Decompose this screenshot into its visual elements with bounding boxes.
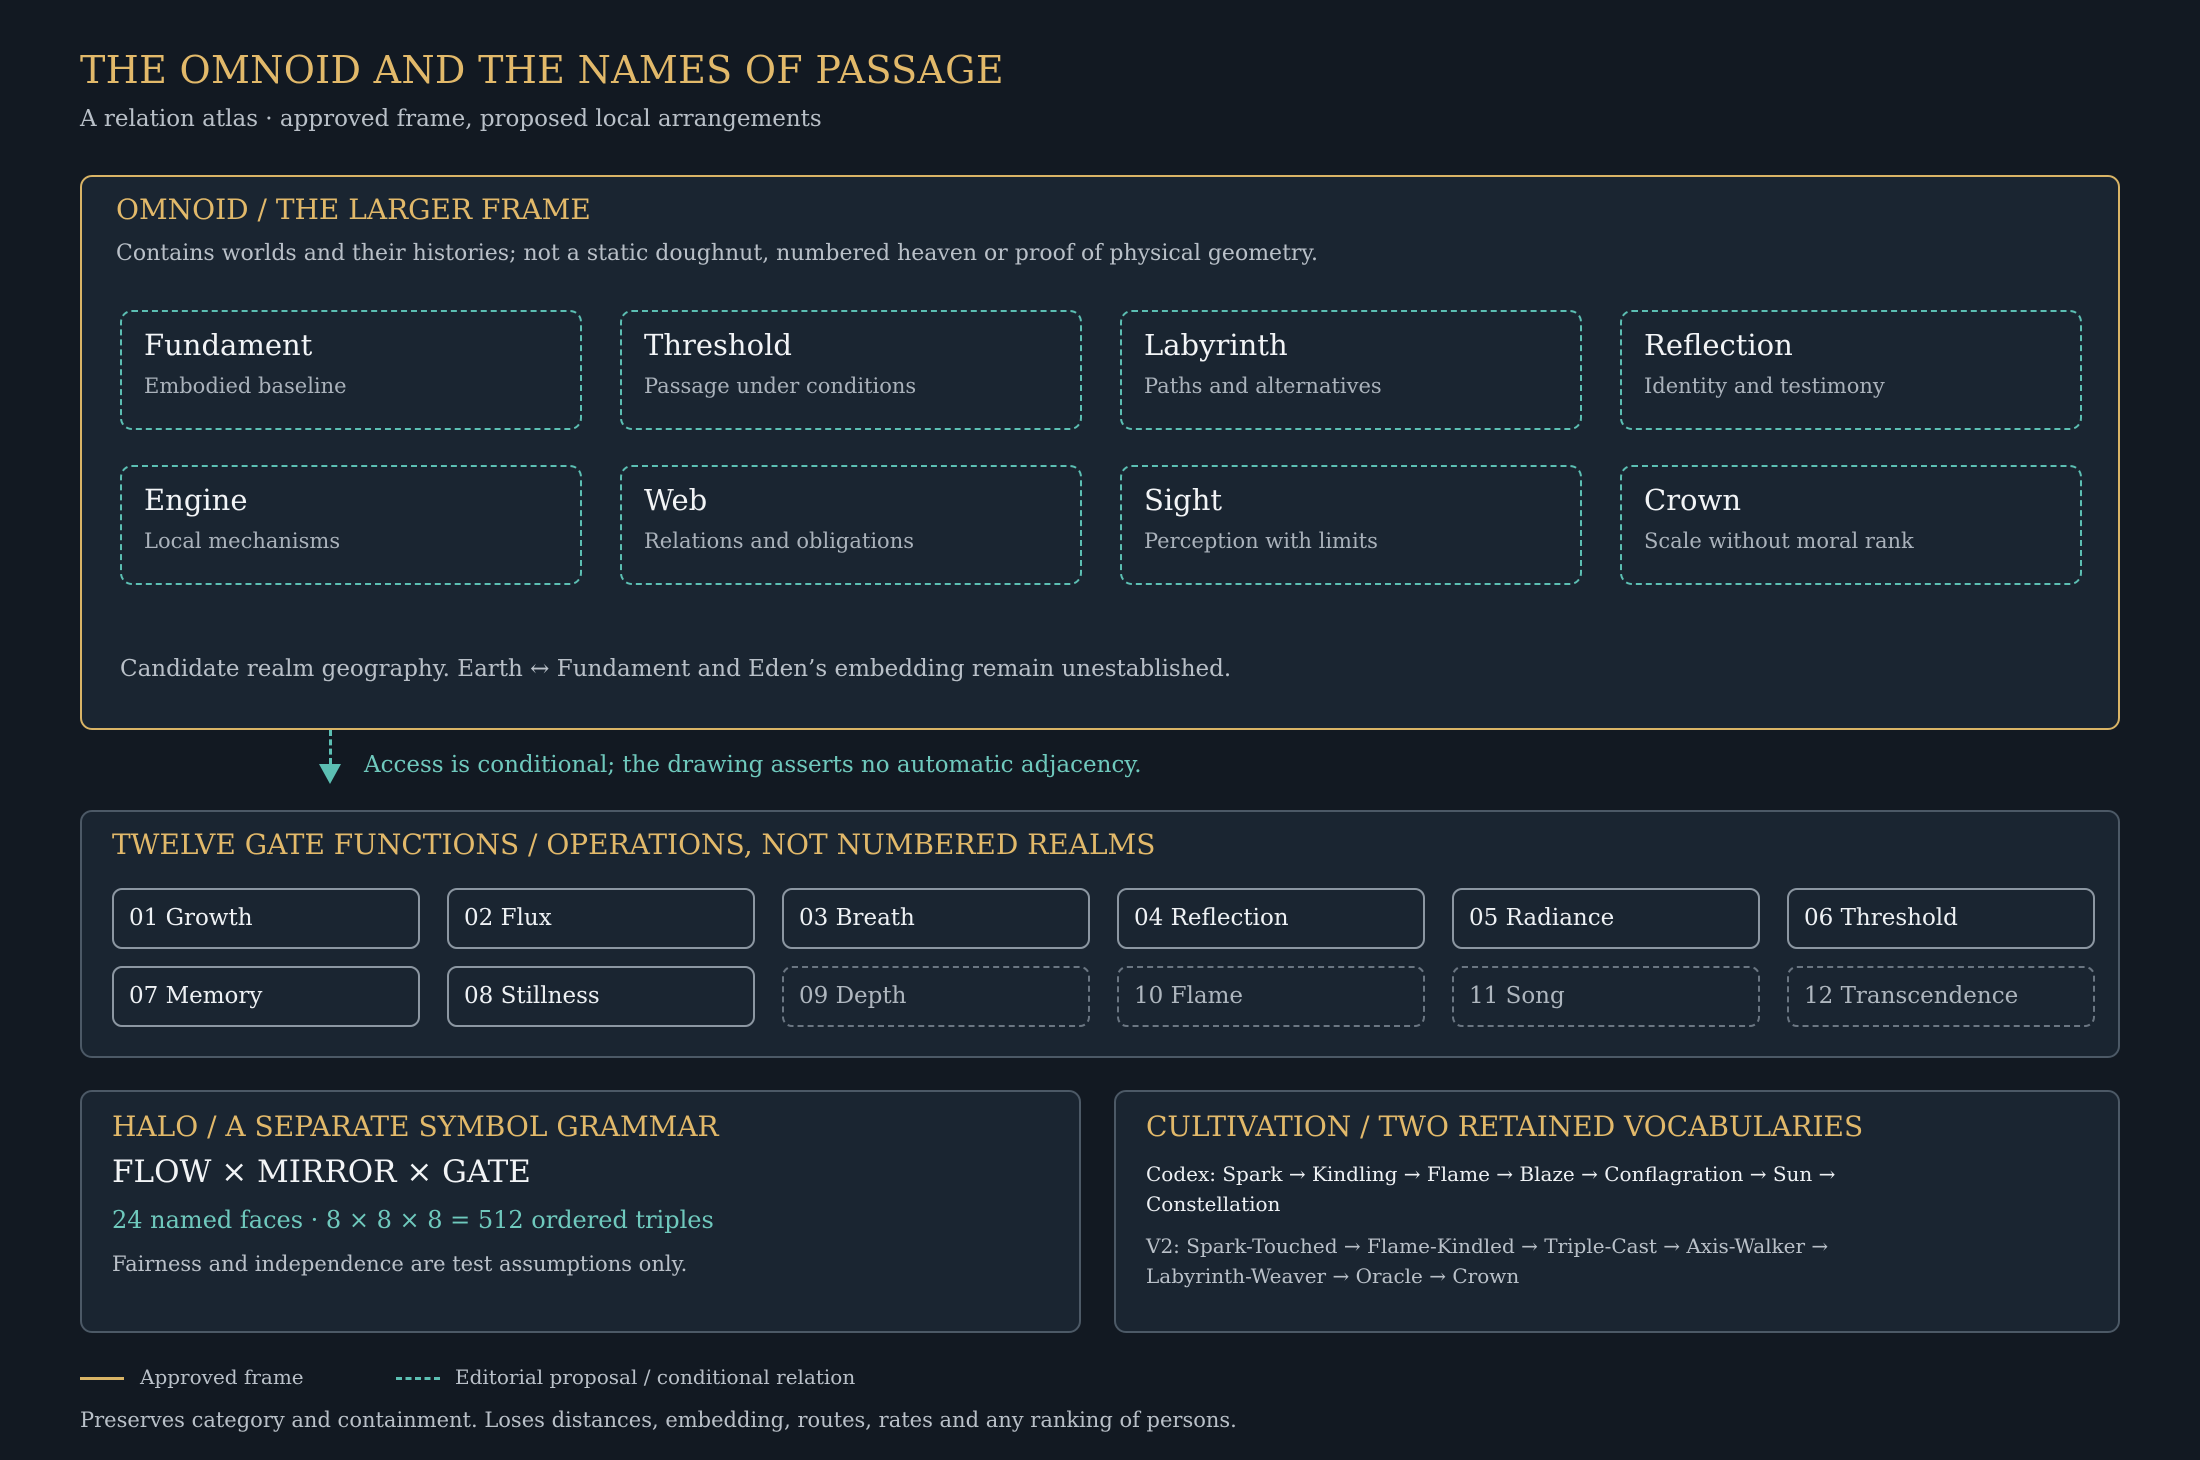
codex-vocabulary-line-1: Codex: Spark → Kindling → Flame → Blaze … — [1146, 1162, 1836, 1186]
legend-proposal-label: Editorial proposal / conditional relatio… — [455, 1365, 856, 1389]
realm-fundament: Fundament Embodied baseline — [120, 310, 582, 430]
realm-name: Crown — [1644, 483, 1742, 517]
omnoid-description: Contains worlds and their histories; not… — [116, 241, 1318, 266]
page-subtitle: A relation atlas · approved frame, propo… — [80, 106, 822, 132]
v2-vocabulary-line-1: V2: Spark-Touched → Flame-Kindled → Trip… — [1146, 1234, 1829, 1258]
gate-memory: 07 Memory — [112, 966, 420, 1027]
halo-count: 24 named faces · 8 × 8 × 8 = 512 ordered… — [112, 1206, 714, 1234]
halo-formula: FLOW × MIRROR × GATE — [112, 1154, 531, 1190]
realm-description: Scale without moral rank — [1644, 529, 1914, 553]
page-title: THE OMNOID AND THE NAMES OF PASSAGE — [80, 48, 1004, 92]
realm-name: Threshold — [644, 328, 792, 362]
legend-approved-label: Approved frame — [140, 1365, 304, 1389]
realm-name: Reflection — [1644, 328, 1793, 362]
realm-reflection: Reflection Identity and testimony — [1620, 310, 2082, 430]
gate-transcendence: 12 Transcendence — [1787, 966, 2095, 1027]
cultivation-panel: CULTIVATION / TWO RETAINED VOCABULARIES … — [1114, 1090, 2120, 1333]
omnoid-heading: OMNOID / THE LARGER FRAME — [116, 193, 591, 226]
realm-name: Engine — [144, 483, 248, 517]
footer-note: Preserves category and containment. Lose… — [80, 1408, 1237, 1432]
gate-depth: 09 Depth — [782, 966, 1090, 1027]
realm-description: Local mechanisms — [144, 529, 341, 553]
realm-description: Identity and testimony — [1644, 374, 1885, 398]
gate-breath: 03 Breath — [782, 888, 1090, 949]
omnoid-frame-panel: OMNOID / THE LARGER FRAME Contains world… — [80, 175, 2120, 730]
realm-crown: Crown Scale without moral rank — [1620, 465, 2082, 585]
gate-growth: 01 Growth — [112, 888, 420, 949]
realm-engine: Engine Local mechanisms — [120, 465, 582, 585]
access-note: Access is conditional; the drawing asser… — [364, 752, 1142, 778]
gates-heading: TWELVE GATE FUNCTIONS / OPERATIONS, NOT … — [112, 828, 1156, 861]
gate-functions-panel: TWELVE GATE FUNCTIONS / OPERATIONS, NOT … — [80, 810, 2120, 1058]
legend-approved-swatch — [80, 1377, 124, 1380]
realm-description: Paths and alternatives — [1144, 374, 1382, 398]
realm-labyrinth: Labyrinth Paths and alternatives — [1120, 310, 1582, 430]
legend-proposal-swatch — [396, 1377, 440, 1380]
realm-name: Fundament — [144, 328, 313, 362]
access-connector-line — [329, 730, 332, 764]
realm-description: Perception with limits — [1144, 529, 1378, 553]
realm-name: Labyrinth — [1144, 328, 1288, 362]
cultivation-heading: CULTIVATION / TWO RETAINED VOCABULARIES — [1146, 1110, 1864, 1143]
realm-sight: Sight Perception with limits — [1120, 465, 1582, 585]
omnoid-geography-note: Candidate realm geography. Earth ↔ Funda… — [120, 656, 1232, 682]
realm-name: Sight — [1144, 483, 1223, 517]
gate-stillness: 08 Stillness — [447, 966, 755, 1027]
arrow-down-icon — [319, 764, 341, 784]
halo-heading: HALO / A SEPARATE SYMBOL GRAMMAR — [112, 1110, 719, 1143]
gate-threshold: 06 Threshold — [1787, 888, 2095, 949]
gate-flame: 10 Flame — [1117, 966, 1425, 1027]
codex-vocabulary-line-2: Constellation — [1146, 1192, 1281, 1216]
v2-vocabulary-line-2: Labyrinth-Weaver → Oracle → Crown — [1146, 1264, 1520, 1288]
gate-song: 11 Song — [1452, 966, 1760, 1027]
realm-web: Web Relations and obligations — [620, 465, 1082, 585]
gate-reflection: 04 Reflection — [1117, 888, 1425, 949]
halo-panel: HALO / A SEPARATE SYMBOL GRAMMAR FLOW × … — [80, 1090, 1081, 1333]
realm-threshold: Threshold Passage under conditions — [620, 310, 1082, 430]
gate-radiance: 05 Radiance — [1452, 888, 1760, 949]
realm-description: Passage under conditions — [644, 374, 917, 398]
halo-note: Fairness and independence are test assum… — [112, 1252, 688, 1276]
gate-flux: 02 Flux — [447, 888, 755, 949]
realm-name: Web — [644, 483, 708, 517]
realm-description: Embodied baseline — [144, 374, 347, 398]
realm-description: Relations and obligations — [644, 529, 914, 553]
